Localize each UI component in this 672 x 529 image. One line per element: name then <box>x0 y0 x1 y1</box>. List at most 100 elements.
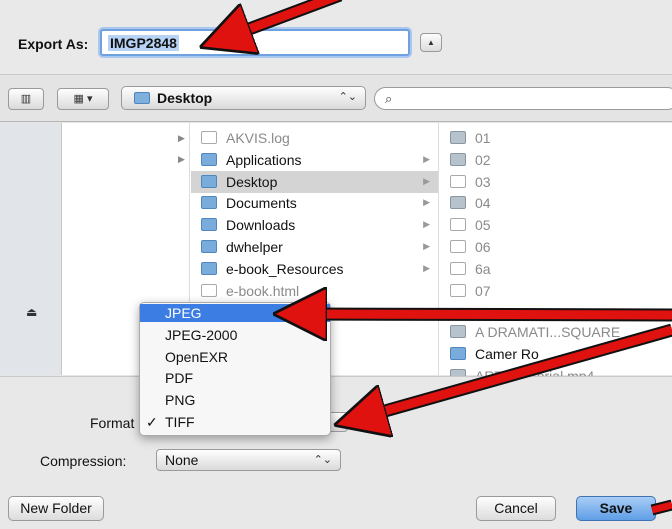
folder-icon <box>201 174 217 188</box>
folder-icon <box>450 346 466 360</box>
image-file-icon <box>450 325 466 338</box>
list-item[interactable]: e-book.html <box>191 280 438 302</box>
compression-value: None <box>165 452 199 468</box>
chevron-right-icon: ▶ <box>423 197 430 208</box>
list-item[interactable]: 05 <box>440 214 672 236</box>
list-item-label: 02 <box>475 151 491 168</box>
list-item[interactable]: AKVIS.log <box>191 127 438 149</box>
new-folder-button[interactable]: New Folder <box>8 496 104 521</box>
list-item[interactable]: Desktop ▶ <box>191 170 438 193</box>
list-item-label: dwhelper <box>226 239 283 255</box>
list-item-label: 05 <box>475 217 491 234</box>
format-option-pdf[interactable]: PDF <box>140 369 330 387</box>
list-item-label: Applications <box>226 151 302 168</box>
document-icon <box>450 283 466 297</box>
list-item[interactable]: 07 <box>440 280 672 302</box>
list-item[interactable]: e-book_Resources ▶ <box>191 258 438 280</box>
image-file-icon <box>450 196 466 210</box>
list-item-label: 04 <box>475 195 491 212</box>
format-menu: JPEG JPEG-2000 OpenEXR PDF PNG ✓ TIFF <box>139 302 331 436</box>
format-option-label: TIFF <box>165 414 195 430</box>
location-label: Desktop <box>157 90 213 106</box>
export-filename-field[interactable]: IMGP2848 <box>100 29 410 56</box>
format-option-label: PDF <box>165 370 193 387</box>
list-item[interactable]: Downloads ▶ <box>191 214 438 236</box>
chevron-right-icon: ▶ <box>178 133 185 143</box>
document-icon <box>201 283 217 297</box>
browser-column-3: 01 02 03 04 05 06 6a 07 A DRAMATI...SQUARE Camer … <box>440 123 672 384</box>
folder-icon <box>201 218 217 232</box>
list-item[interactable]: Applications ▶ <box>191 149 438 171</box>
document-icon <box>450 174 466 188</box>
chevron-right-icon: ▶ <box>423 262 430 273</box>
checkmark-icon: ✓ <box>146 414 158 430</box>
location-popup[interactable]: Desktop ⌃⌄ <box>121 86 366 110</box>
list-item-label: Desktop <box>226 173 278 190</box>
list-item-label: 07 <box>475 282 491 299</box>
popup-arrows-icon: ⌃⌄ <box>313 454 332 466</box>
document-icon <box>450 261 466 275</box>
list-item-label: 03 <box>475 173 491 190</box>
image-file-icon <box>450 152 466 166</box>
list-item[interactable]: A DRAMATI...SQUARE <box>440 321 672 343</box>
chevron-right-icon: ▶ <box>423 175 430 186</box>
arrange-menu-button[interactable]: ▦ ▾ <box>57 88 109 110</box>
list-item[interactable]: Documents ▶ <box>191 192 438 214</box>
export-panel: Export As: IMGP2848 ▲ <box>0 0 672 75</box>
format-option-openexr[interactable]: OpenEXR <box>140 348 330 366</box>
list-item[interactable]: Camer Ro <box>440 343 672 365</box>
popup-arrows-icon: ⌃⌄ <box>338 91 357 103</box>
eject-icon[interactable]: ⏏ <box>26 305 37 319</box>
folder-icon <box>201 240 217 253</box>
column-view-button[interactable]: ▥ <box>8 88 44 110</box>
compression-popup[interactable]: None ⌃⌄ <box>156 449 341 471</box>
folder-icon <box>201 196 217 210</box>
document-icon <box>450 218 466 232</box>
list-item[interactable]: dwhelper ▶ <box>191 236 438 258</box>
format-option-tiff[interactable]: ✓ TIFF <box>140 413 330 431</box>
list-item[interactable]: 03 <box>440 171 672 193</box>
list-item-label: Camer Ro <box>475 345 539 362</box>
chevron-right-icon: ▶ <box>423 219 430 230</box>
list-item-label: 01 <box>475 130 491 146</box>
expand-dialog-button[interactable]: ▲ <box>420 33 442 52</box>
format-option-jpeg-2000[interactable]: JPEG-2000 <box>140 326 330 344</box>
chevron-right-icon: ▶ <box>178 154 185 164</box>
format-option-jpeg[interactable]: JPEG <box>140 304 330 322</box>
export-filename-text: IMGP2848 <box>108 35 179 51</box>
search-input[interactable]: ⌕ <box>374 87 672 110</box>
list-item-label: e-book_Resources <box>226 260 344 277</box>
chevron-right-icon: ▶ <box>423 153 430 164</box>
list-item-label: 6a <box>475 260 491 277</box>
search-icon: ⌕ <box>385 91 393 106</box>
format-label: Format <box>90 415 135 431</box>
list-item[interactable]: 06 <box>440 236 672 258</box>
cancel-button[interactable]: Cancel <box>476 496 556 521</box>
folder-icon <box>201 152 217 166</box>
format-option-label: JPEG-2000 <box>165 326 238 343</box>
format-option-label: OpenEXR <box>165 348 229 365</box>
list-item[interactable]: 01 <box>440 127 672 149</box>
list-item-label: Documents <box>226 195 297 212</box>
folder-icon <box>201 261 217 275</box>
image-file-icon <box>450 131 466 144</box>
save-button[interactable]: Save <box>576 496 656 521</box>
format-option-png[interactable]: PNG <box>140 391 330 409</box>
list-item-label: 06 <box>475 239 491 255</box>
document-icon <box>450 240 466 253</box>
list-item-label: Downloads <box>226 217 296 234</box>
list-item[interactable]: 6a <box>440 258 672 280</box>
list-item-label: A DRAMATI...SQUARE <box>475 324 621 340</box>
list-item-label: AKVIS.log <box>226 130 290 146</box>
document-icon <box>201 131 217 144</box>
format-option-label: PNG <box>165 392 196 409</box>
compression-label: Compression: <box>40 453 127 469</box>
list-item[interactable]: 04 <box>440 192 672 214</box>
file-browser: ⏏ ▶ ▶ AKVIS.log Applications ▶ Desktop ▶ Docu… <box>0 123 672 384</box>
list-item[interactable]: 02 <box>440 149 672 171</box>
sidebar: ⏏ <box>0 123 62 375</box>
list-item-label: e-book.html <box>226 282 300 299</box>
chevron-right-icon: ▶ <box>423 241 430 251</box>
format-option-label: JPEG <box>165 305 202 321</box>
folder-icon <box>134 92 150 104</box>
